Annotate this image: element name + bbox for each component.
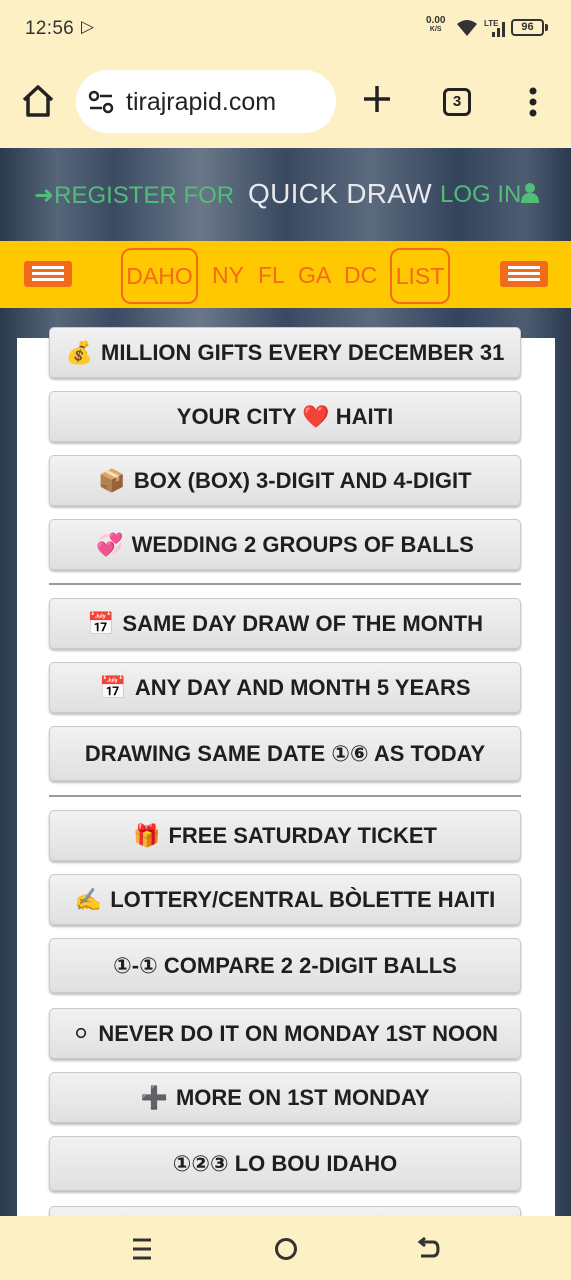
sign-in-arrow-icon: ➜ <box>34 182 55 209</box>
menu-button-more-monday[interactable]: ➕ MORE ON 1ST MONDAY <box>49 1072 521 1123</box>
nav-item-fl[interactable]: FL <box>258 262 285 289</box>
menu-label: NEVER DO IT ON MONDAY 1ST NOON <box>98 1021 499 1046</box>
recents-icon[interactable] <box>130 1236 154 1262</box>
status-bar: 12:56 ▷ 0.00 K/S LTE 96 <box>0 0 571 58</box>
net-speed: 0.00 K/S <box>426 16 445 34</box>
menu-button-never-monday[interactable]: ⚪ NEVER DO IT ON MONDAY 1ST NOON <box>49 1008 521 1059</box>
register-link[interactable]: ➜REGISTER FOR <box>34 181 234 210</box>
nav-item-daho[interactable]: DAHO <box>121 248 198 304</box>
menu-label: YOUR CITY ❤️ HAITI <box>176 404 394 429</box>
gift-icon: 🎁 <box>133 823 161 848</box>
divider <box>49 795 521 797</box>
web-page: ➜REGISTER FOR QUICK DRAW LOG IN DAHO NY … <box>0 148 571 1216</box>
battery-tip <box>545 24 548 31</box>
menu-label: SAME DAY DRAW OF THE MONTH <box>122 611 483 636</box>
more-menu-icon[interactable] <box>521 86 545 118</box>
menu-label: LOTTERY/CENTRAL BÒLETTE HAITI <box>110 887 496 912</box>
menu-button-compare[interactable]: ①-① COMPARE 2 2-DIGIT BALLS <box>49 938 521 993</box>
site-header: ➜REGISTER FOR QUICK DRAW LOG IN <box>0 148 571 241</box>
battery-icon: 96 <box>511 19 544 36</box>
calendar-icon: 📅 <box>87 611 115 636</box>
menu-button-any-day[interactable]: 📅 ANY DAY AND MONTH 5 YEARS <box>49 662 521 713</box>
menu-button-your-city[interactable]: YOUR CITY ❤️ HAITI <box>49 391 521 442</box>
login-link[interactable]: LOG IN <box>440 181 540 209</box>
site-title: QUICK DRAW <box>248 178 432 209</box>
home-icon[interactable] <box>20 83 56 119</box>
site-settings-icon[interactable] <box>88 90 114 114</box>
home-circle-icon[interactable] <box>273 1236 299 1262</box>
login-label: LOG IN <box>440 181 522 208</box>
browser-toolbar: tirajrapid.com 3 <box>0 58 571 148</box>
menu-button-partial[interactable] <box>49 1206 521 1216</box>
menu-label: MILLION GIFTS EVERY DECEMBER 31 <box>101 340 505 365</box>
tab-count: 3 <box>452 93 462 110</box>
network-type: LTE <box>484 19 499 28</box>
back-icon[interactable] <box>415 1236 441 1262</box>
net-speed-unit: K/S <box>429 26 442 33</box>
new-tab-icon[interactable] <box>360 82 394 116</box>
menu-button-box[interactable]: 📦 BOX (BOX) 3-DIGIT AND 4-DIGIT <box>49 455 521 506</box>
menu-label: WEDDING 2 GROUPS OF BALLS <box>131 532 474 557</box>
menu-label: DRAWING SAME DATE ①⑥ AS TODAY <box>84 741 486 766</box>
menu-label: MORE ON 1ST MONDAY <box>175 1085 430 1110</box>
right-menu-icon[interactable] <box>500 261 548 287</box>
user-icon <box>521 183 540 203</box>
menu-label: ①-① COMPARE 2 2-DIGIT BALLS <box>113 953 457 978</box>
menu-button-lo-bou[interactable]: ①②③ LO BOU IDAHO <box>49 1136 521 1191</box>
bing-icon: ▷ <box>81 17 95 36</box>
nav-item-ny[interactable]: NY <box>212 262 244 289</box>
wifi-icon <box>457 20 477 36</box>
menu-button-million-gifts[interactable]: 💰 MILLION GIFTS EVERY DECEMBER 31 <box>49 327 521 378</box>
status-time: 12:56 <box>25 18 75 39</box>
nav-item-ga[interactable]: GA <box>298 262 331 289</box>
tab-switcher-button[interactable]: 3 <box>443 88 471 116</box>
nav-item-list[interactable]: LIST <box>390 248 450 304</box>
menu-label: ①②③ LO BOU IDAHO <box>172 1151 398 1176</box>
menu-button-lottery-central[interactable]: ✍️ LOTTERY/CENTRAL BÒLETTE HAITI <box>49 874 521 925</box>
menu-button-free-saturday[interactable]: 🎁 FREE SATURDAY TICKET <box>49 810 521 861</box>
battery-level: 96 <box>521 21 534 33</box>
state-nav-bar: DAHO NY FL GA DC LIST <box>0 241 571 308</box>
writing-hand-icon: ✍️ <box>74 887 103 912</box>
left-menu-icon[interactable] <box>24 261 72 287</box>
hearts-icon: 💞 <box>96 532 124 557</box>
divider <box>49 583 521 585</box>
money-bag-icon: 💰 <box>65 340 93 365</box>
url-text: tirajrapid.com <box>126 88 277 116</box>
menu-label: FREE SATURDAY TICKET <box>168 823 437 848</box>
system-nav-bar <box>0 1216 571 1280</box>
address-bar[interactable]: tirajrapid.com <box>76 70 336 133</box>
package-icon: 📦 <box>98 468 126 493</box>
plus-icon: ➕ <box>140 1085 168 1110</box>
net-speed-value: 0.00 <box>426 15 446 26</box>
menu-button-same-date[interactable]: DRAWING SAME DATE ①⑥ AS TODAY <box>49 726 521 781</box>
nav-item-dc[interactable]: DC <box>344 262 377 289</box>
white-circle-icon: ⚪ <box>71 1021 91 1046</box>
signal-icon: LTE <box>484 19 505 37</box>
register-label: REGISTER FOR <box>54 182 235 209</box>
menu-button-wedding[interactable]: 💞 WEDDING 2 GROUPS OF BALLS <box>49 519 521 570</box>
calendar-icon: 📅 <box>99 675 127 700</box>
menu-label: ANY DAY AND MONTH 5 YEARS <box>134 675 471 700</box>
menu-label: BOX (BOX) 3-DIGIT AND 4-DIGIT <box>133 468 472 493</box>
menu-button-same-day[interactable]: 📅 SAME DAY DRAW OF THE MONTH <box>49 598 521 649</box>
